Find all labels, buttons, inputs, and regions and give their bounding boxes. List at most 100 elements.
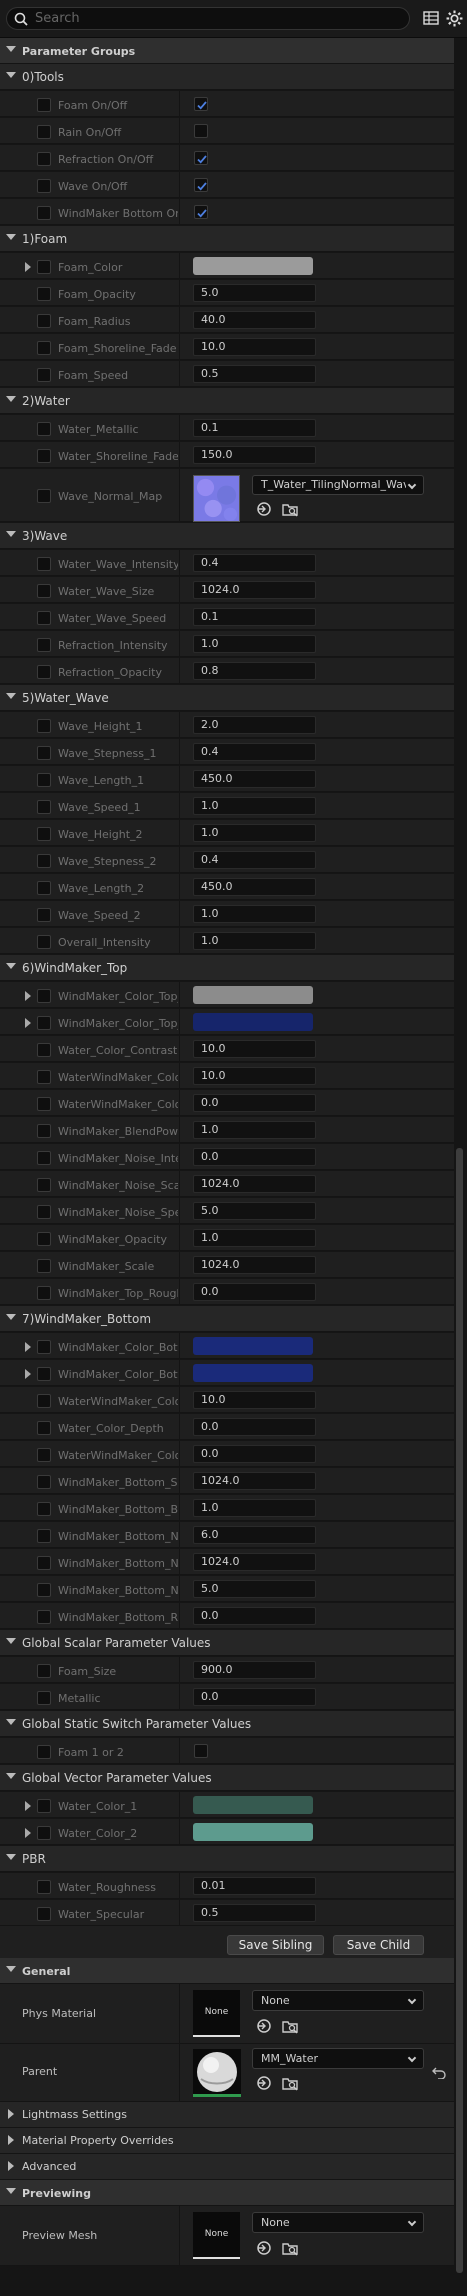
value-input[interactable]: 5.0 <box>193 1580 316 1598</box>
value-input[interactable]: 0.5 <box>193 1904 316 1922</box>
override-checkbox[interactable] <box>37 1069 51 1084</box>
vertical-scrollbar[interactable] <box>456 1148 463 2273</box>
override-checkbox[interactable] <box>37 1204 51 1219</box>
value-checkbox[interactable] <box>194 97 208 111</box>
value-input[interactable]: 0.0 <box>193 1283 316 1301</box>
value-input[interactable]: 1024.0 <box>193 581 316 599</box>
override-checkbox[interactable] <box>37 1447 51 1462</box>
override-checkbox[interactable] <box>37 1744 51 1759</box>
override-checkbox[interactable] <box>37 421 51 436</box>
value-input[interactable]: 0.0 <box>193 1445 316 1463</box>
value-input[interactable]: 0.8 <box>193 662 316 680</box>
override-checkbox[interactable] <box>37 1231 51 1246</box>
color-swatch[interactable] <box>193 1337 313 1355</box>
override-checkbox[interactable] <box>37 259 51 274</box>
value-input[interactable]: 0.0 <box>193 1607 316 1625</box>
save-sibling-button[interactable]: Save Sibling <box>227 1935 324 1955</box>
override-checkbox[interactable] <box>37 1501 51 1516</box>
value-checkbox[interactable] <box>194 178 208 192</box>
override-checkbox[interactable] <box>37 1663 51 1678</box>
override-checkbox[interactable] <box>37 1690 51 1705</box>
group-header-global-static-switch-parameter-values[interactable]: Global Static Switch Parameter Values <box>0 1711 454 1737</box>
use-selected-asset-icon[interactable] <box>256 2075 272 2091</box>
override-checkbox[interactable] <box>37 556 51 571</box>
value-input[interactable]: 150.0 <box>193 446 316 464</box>
value-input[interactable]: 10.0 <box>193 1040 316 1058</box>
value-input[interactable]: 0.01 <box>193 1877 316 1895</box>
color-swatch[interactable] <box>193 257 313 275</box>
expand-arrow-icon[interactable] <box>25 1017 31 1028</box>
override-checkbox[interactable] <box>37 1393 51 1408</box>
override-checkbox[interactable] <box>37 637 51 652</box>
override-checkbox[interactable] <box>37 1285 51 1300</box>
override-checkbox[interactable] <box>37 97 51 112</box>
override-checkbox[interactable] <box>37 1906 51 1921</box>
value-input[interactable]: 0.1 <box>193 419 316 437</box>
value-input[interactable]: 5.0 <box>193 1202 316 1220</box>
value-input[interactable]: 6.0 <box>193 1526 316 1544</box>
value-input[interactable]: 1.0 <box>193 932 316 950</box>
override-checkbox[interactable] <box>37 313 51 328</box>
override-checkbox[interactable] <box>37 1609 51 1624</box>
value-input[interactable]: 1.0 <box>193 635 316 653</box>
group-header-6-windmaker-top[interactable]: 6)WindMaker_Top <box>0 955 454 981</box>
override-checkbox[interactable] <box>37 772 51 787</box>
value-input[interactable]: 2.0 <box>193 716 316 734</box>
override-checkbox[interactable] <box>37 1528 51 1543</box>
value-input[interactable]: 5.0 <box>193 284 316 302</box>
texture-dropdown[interactable]: T_Water_TilingNormal_Wave <box>252 475 424 495</box>
expand-arrow-icon[interactable] <box>25 1368 31 1379</box>
section-general[interactable]: General <box>0 1958 454 1984</box>
browse-asset-icon[interactable] <box>282 2075 299 2091</box>
parent-dropdown[interactable]: MM_Water <box>252 2048 424 2069</box>
section-advanced[interactable]: Advanced <box>0 2154 454 2180</box>
use-selected-asset-icon[interactable] <box>256 501 272 517</box>
override-checkbox[interactable] <box>37 988 51 1003</box>
override-checkbox[interactable] <box>37 489 51 503</box>
override-checkbox[interactable] <box>37 745 51 760</box>
phys-material-dropdown[interactable]: None <box>252 1990 424 2011</box>
override-checkbox[interactable] <box>37 583 51 598</box>
override-checkbox[interactable] <box>37 718 51 733</box>
group-header-5-water-wave[interactable]: 5)Water_Wave <box>0 685 454 711</box>
value-input[interactable]: 0.0 <box>193 1094 316 1112</box>
value-input[interactable]: 1024.0 <box>193 1553 316 1571</box>
override-checkbox[interactable] <box>37 664 51 679</box>
group-header-pbr[interactable]: PBR <box>0 1846 454 1872</box>
override-checkbox[interactable] <box>37 178 51 193</box>
expand-arrow-icon[interactable] <box>25 1341 31 1352</box>
override-checkbox[interactable] <box>37 826 51 841</box>
group-header-3-wave[interactable]: 3)Wave <box>0 523 454 549</box>
preview-mesh-thumbnail[interactable]: None <box>193 2212 240 2259</box>
override-checkbox[interactable] <box>37 286 51 301</box>
value-input[interactable]: 0.4 <box>193 554 316 572</box>
override-checkbox[interactable] <box>37 1177 51 1192</box>
value-input[interactable]: 40.0 <box>193 311 316 329</box>
color-swatch[interactable] <box>193 986 313 1004</box>
use-selected-asset-icon[interactable] <box>256 2018 272 2034</box>
settings-gear-icon[interactable] <box>446 10 463 27</box>
group-header-0-tools[interactable]: 0)Tools <box>0 64 454 90</box>
preview-mesh-dropdown[interactable]: None <box>252 2212 424 2233</box>
override-checkbox[interactable] <box>37 1798 51 1813</box>
value-input[interactable]: 0.4 <box>193 851 316 869</box>
override-checkbox[interactable] <box>37 880 51 895</box>
override-checkbox[interactable] <box>37 1042 51 1057</box>
value-input[interactable]: 0.1 <box>193 608 316 626</box>
expand-arrow-icon[interactable] <box>25 261 31 272</box>
override-checkbox[interactable] <box>37 934 51 949</box>
value-input[interactable]: 1.0 <box>193 905 316 923</box>
value-input[interactable]: 10.0 <box>193 338 316 356</box>
override-checkbox[interactable] <box>37 610 51 625</box>
expand-arrow-icon[interactable] <box>25 1827 31 1838</box>
value-input[interactable]: 1.0 <box>193 824 316 842</box>
reset-to-default-icon[interactable] <box>432 2065 446 2079</box>
color-swatch[interactable] <box>193 1796 313 1814</box>
override-checkbox[interactable] <box>37 151 51 166</box>
color-swatch[interactable] <box>193 1013 313 1031</box>
table-view-icon[interactable] <box>423 10 439 26</box>
value-checkbox[interactable] <box>194 1744 208 1758</box>
override-checkbox[interactable] <box>37 1150 51 1165</box>
value-input[interactable]: 450.0 <box>193 878 316 896</box>
override-checkbox[interactable] <box>37 1258 51 1273</box>
